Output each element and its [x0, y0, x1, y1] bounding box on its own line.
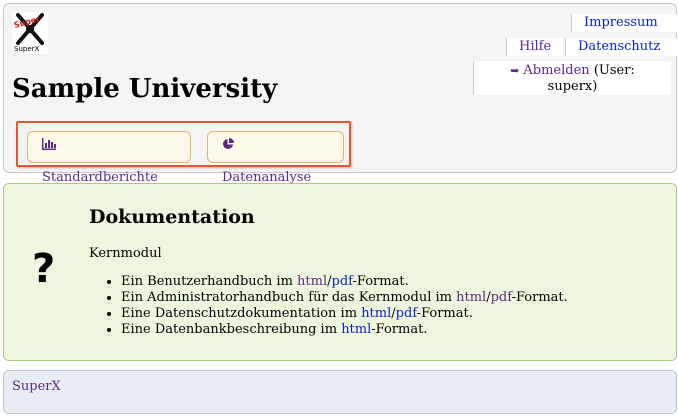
item-text: -Format. [511, 290, 568, 305]
impressum-link[interactable]: Impressum [571, 14, 678, 32]
logout-link[interactable]: ➥ Abmelden [510, 63, 594, 78]
hilfe-link[interactable]: Hilfe [506, 38, 563, 56]
username: superx) [547, 79, 598, 94]
header: Super SuperX Sample University Impressum… [3, 3, 678, 185]
logout-label: Abmelden [523, 63, 590, 78]
list-item: Ein Administratorhandbuch für das Kernmo… [121, 290, 568, 306]
item-text: -Format. [416, 306, 473, 321]
html-link[interactable]: html [361, 306, 391, 321]
item-text: -Format. [371, 322, 428, 337]
item-text: -Format. [352, 274, 409, 289]
html-link[interactable]: html [297, 274, 327, 289]
item-text: Ein Administratorhandbuch für das Kernmo… [121, 290, 457, 305]
pdf-link[interactable]: pdf [491, 290, 512, 305]
pdf-link[interactable]: pdf [396, 306, 417, 321]
html-link[interactable]: html [341, 322, 371, 337]
doc-list: Ein Benutzerhandbuch im html/pdf-Format.… [89, 274, 568, 338]
documentation-panel: ? Dokumentation Kernmodul Ein Benutzerha… [3, 183, 677, 361]
user-info-prefix: (User: [593, 63, 635, 78]
logo-text: SuperX [14, 45, 40, 53]
list-item: Eine Datenschutzdokumentation im html/pd… [121, 306, 568, 322]
pdf-link[interactable]: pdf [332, 274, 353, 289]
site-title: Sample University [12, 74, 278, 104]
list-item: Ein Benutzerhandbuch im html/pdf-Format. [121, 274, 568, 290]
question-mark-icon: ? [32, 246, 56, 292]
main-menu: Standardberichte Datenanalyse [16, 121, 351, 185]
item-text: Eine Datenbankbeschreibung im [121, 322, 342, 337]
datenanalyse-button[interactable]: Datenanalyse [207, 131, 344, 185]
user-box: ➥ Abmelden (User: superx) [473, 61, 671, 95]
html-link[interactable]: html [456, 290, 486, 305]
datenschutz-link[interactable]: Datenschutz [565, 38, 678, 56]
logo-x-graphic: Super [13, 13, 44, 45]
footer: SuperX [3, 370, 677, 414]
standardberichte-button[interactable]: Standardberichte [27, 131, 191, 185]
list-item: Eine Datenbankbeschreibung im html-Forma… [121, 322, 568, 338]
doc-title: Dokumentation [89, 206, 255, 228]
doc-subtitle: Kernmodul [89, 246, 162, 261]
bar-chart-icon [42, 132, 56, 162]
item-text: Ein Benutzerhandbuch im [121, 274, 298, 289]
superx-footer-link[interactable]: SuperX [12, 379, 61, 394]
pie-chart-icon [222, 132, 234, 162]
item-text: Eine Datenschutzdokumentation im [121, 306, 362, 321]
superx-logo-icon[interactable]: Super SuperX [12, 12, 48, 54]
logout-icon: ➥ [510, 64, 520, 77]
